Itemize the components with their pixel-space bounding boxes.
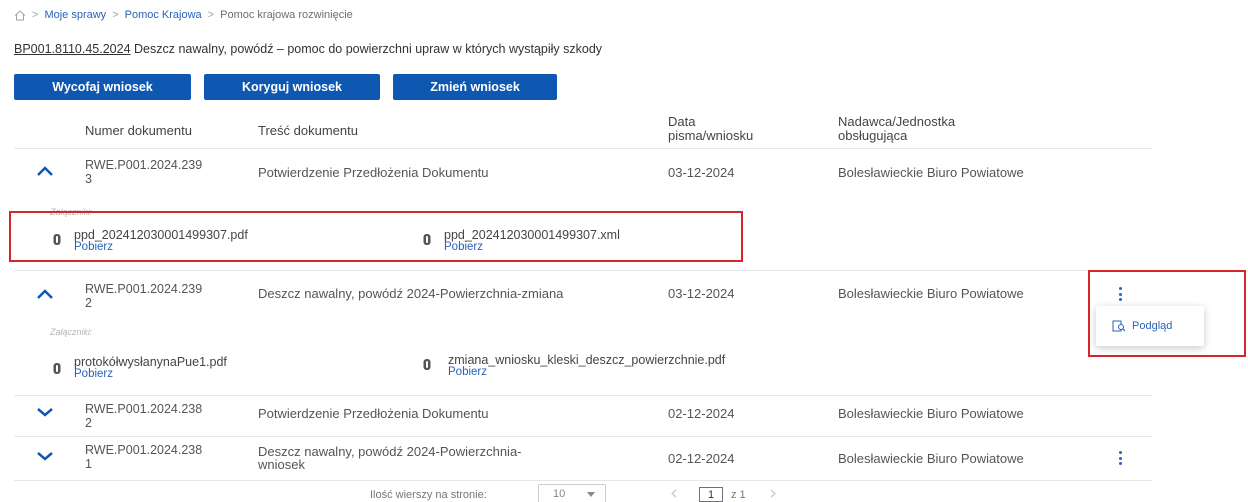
row2-attachment1-name: protokółwysłanynaPue1.pdf <box>74 355 227 369</box>
header-divider <box>14 148 1152 149</box>
row-divider <box>14 480 1152 481</box>
row4-doc-number-line2: 1 <box>85 457 92 471</box>
next-page-icon[interactable] <box>770 489 777 498</box>
breadcrumb-separator: > <box>112 9 119 21</box>
row4-date: 02-12-2024 <box>668 451 735 466</box>
row2-sender: Bolesławieckie Biuro Powiatowe <box>838 286 1024 301</box>
row3-date: 02-12-2024 <box>668 406 735 421</box>
home-icon[interactable] <box>14 9 26 21</box>
row1-doc-number-line2: 3 <box>85 172 92 186</box>
row2-doc-number-line1: RWE.P001.2024.239 <box>85 282 203 296</box>
case-id[interactable]: BP001.8110.45.2024 <box>14 42 131 56</box>
correct-button[interactable]: Koryguj wniosek <box>204 74 380 100</box>
header-number: Numer dokumentu <box>85 123 192 138</box>
row1-content: Potwierdzenie Przedłożenia Dokumentu <box>258 165 489 180</box>
row2-doc-number-line2: 2 <box>85 296 92 310</box>
row4-doc-number-line1: RWE.P001.2024.238 <box>85 443 203 457</box>
chevron-down-icon[interactable] <box>36 406 54 418</box>
row3-sender: Bolesławieckie Biuro Powiatowe <box>838 406 1024 421</box>
rows-per-page-select[interactable]: 10 <box>538 484 606 502</box>
row4-sender: Bolesławieckie Biuro Powiatowe <box>838 451 1024 466</box>
header-sender: Nadawca/Jednostka obsługująca <box>838 115 955 143</box>
rows-per-page-value: 10 <box>553 488 566 500</box>
chevron-up-icon[interactable] <box>36 288 54 300</box>
row4-doc-number[interactable]: RWE.P001.2024.238 1 <box>85 443 202 471</box>
row3-doc-number-line1: RWE.P001.2024.238 <box>85 402 203 416</box>
breadcrumb-separator: > <box>32 9 39 21</box>
row2-attachment2-download[interactable]: Pobierz <box>448 366 487 378</box>
chevron-down-icon[interactable] <box>36 450 54 462</box>
current-page-input[interactable]: 1 <box>699 487 723 502</box>
row-divider <box>14 270 1152 271</box>
row4-more-options-icon[interactable] <box>1118 451 1122 465</box>
row-divider <box>14 395 1152 396</box>
row2-date: 03-12-2024 <box>668 286 735 301</box>
breadcrumb-item-current: Pomoc krajowa rozwinięcie <box>220 9 353 21</box>
highlight-box-menu <box>1088 270 1246 357</box>
highlight-box-attachments <box>9 211 743 262</box>
row2-attachment2-name: zmiana_wniosku_kleski_deszcz_powierzchni… <box>448 353 726 367</box>
row-divider <box>14 436 1152 437</box>
row4-content: Deszcz nawalny, powódź 2024-Powierzchnia… <box>258 445 522 471</box>
breadcrumb-separator: > <box>207 9 215 21</box>
page-total-label: z 1 <box>731 489 746 501</box>
header-sender-line2: obsługująca <box>838 128 908 143</box>
row1-doc-number[interactable]: RWE.P001.2024.239 3 <box>85 158 202 186</box>
row2-doc-number[interactable]: RWE.P001.2024.239 2 <box>85 282 202 310</box>
row1-doc-number-line1: RWE.P001.2024.239 <box>85 158 203 172</box>
row2-attachment1-download[interactable]: Pobierz <box>74 368 113 380</box>
header-date-line2: pisma/wniosku <box>668 128 754 143</box>
rows-per-page-label: Ilość wierszy na stronie: <box>370 489 487 501</box>
breadcrumb-item-moje-sprawy[interactable]: Moje sprawy <box>44 9 106 21</box>
row3-doc-number-line2: 2 <box>85 416 92 430</box>
row3-doc-number[interactable]: RWE.P001.2024.238 2 <box>85 402 202 430</box>
case-description: Deszcz nawalny, powódź – pomoc do powier… <box>134 42 603 56</box>
row1-sender: Bolesławieckie Biuro Powiatowe <box>838 165 1024 180</box>
change-button[interactable]: Zmień wniosek <box>393 74 557 100</box>
paperclip-icon <box>423 359 431 370</box>
row2-content: Deszcz nawalny, powódź 2024-Powierzchnia… <box>258 286 564 301</box>
breadcrumb: > Moje sprawy > Pomoc Krajowa > Pomoc kr… <box>14 9 353 21</box>
previous-page-icon[interactable] <box>670 489 677 498</box>
header-date: Data pisma/wniosku <box>668 115 753 143</box>
dropdown-caret-icon <box>587 491 595 497</box>
header-date-line1: Data <box>668 114 696 129</box>
chevron-up-icon[interactable] <box>36 165 54 177</box>
row3-content: Potwierdzenie Przedłożenia Dokumentu <box>258 406 489 421</box>
header-content: Treść dokumentu <box>258 123 358 138</box>
breadcrumb-item-pomoc-krajowa[interactable]: Pomoc Krajowa <box>125 9 202 21</box>
row4-content-line2: wniosek <box>258 457 305 472</box>
withdraw-button[interactable]: Wycofaj wniosek <box>14 74 191 100</box>
row2-attachments-label: Załączniki: <box>50 327 93 337</box>
row1-date: 03-12-2024 <box>668 165 735 180</box>
header-sender-line1: Nadawca/Jednostka <box>838 114 956 129</box>
paperclip-icon <box>53 363 61 374</box>
case-title: BP001.8110.45.2024 Deszcz nawalny, powód… <box>14 42 602 56</box>
